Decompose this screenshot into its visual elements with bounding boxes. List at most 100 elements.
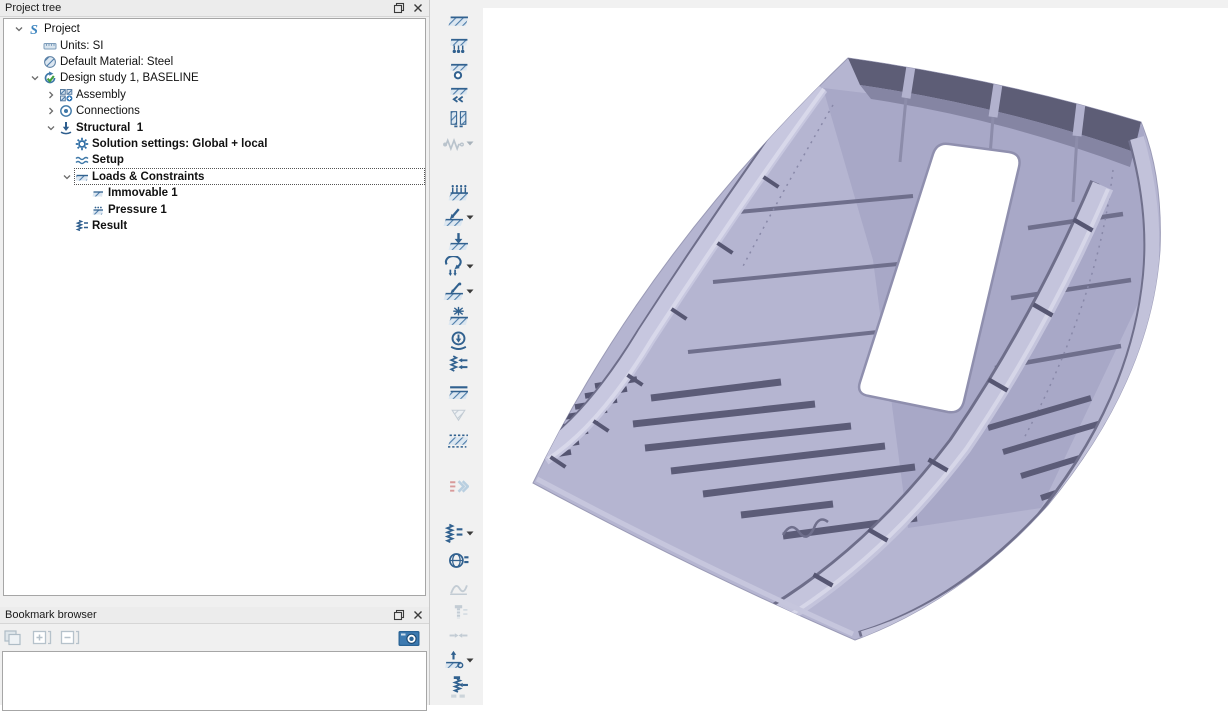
bookmark-browser-toolbar [0,625,429,651]
frequency-load-icon [448,477,469,498]
gravity-load-button[interactable] [441,328,475,352]
prescribed-displacement-button[interactable] [441,229,475,253]
tree-item-assembly[interactable]: Assembly [4,87,425,103]
hinge-support-button[interactable] [441,58,475,82]
hidden-partial-icon [448,694,469,715]
spot-weld-button[interactable] [441,521,475,545]
tree-item-content: Connections [58,103,425,120]
remote-mass-button[interactable] [441,548,475,572]
analysis-toolbar [430,0,483,705]
response-curve-icon [448,578,469,599]
tree-item-design-study-1-baseline[interactable]: Design study 1, BASELINE [4,70,425,86]
chevron-spacer [76,188,90,198]
dropdown-arrow-icon[interactable] [466,658,474,663]
chevron-down-icon[interactable] [44,123,58,133]
remote-load-button[interactable] [441,279,475,303]
tree-item-pressure-1[interactable]: Pressure 1 [4,201,425,217]
tree-item-project[interactable]: Project [4,21,425,37]
reaction-force-button[interactable] [441,648,475,672]
bookmark-browser-content[interactable] [2,651,427,711]
dropdown-arrow-icon[interactable] [466,141,474,146]
thermal-load-icon [448,306,469,327]
tree-item-label: Assembly [75,89,126,101]
gear-icon [75,137,91,151]
chevron-down-icon[interactable] [12,24,26,34]
project-tree-titlebar: Project tree [0,0,429,17]
contact-condition-button [441,623,475,647]
tree-item-solution-settings-global-local[interactable]: Solution settings: Global + local [4,136,425,152]
slider-support-button[interactable] [441,82,475,106]
chevron-down-icon[interactable] [28,73,42,83]
loads-constraints-icon [75,170,91,184]
simsolid-logo-icon [27,22,43,36]
tree-item-default-material-steel[interactable]: Default Material: Steel [4,54,425,70]
project-tree-title: Project tree [0,2,391,14]
chevron-spacer [60,221,74,231]
dropdown-arrow-icon[interactable] [466,215,474,220]
force-load-icon [443,207,464,228]
tree-item-content: Design study 1, BASELINE [42,70,425,87]
result-icon [75,219,91,233]
tree-item-content: Pressure 1 [90,201,425,218]
tree-item-content: Result [74,217,425,234]
force-load-button[interactable] [441,205,475,229]
tree-item-label: Default Material: Steel [59,56,173,68]
ruler-icon [43,39,59,53]
app-window: Project tree Project Units: SI Default Mat… [0,0,1228,705]
tree-item-content: Structural 1 [58,119,425,136]
remote-load-icon [443,281,464,302]
chevron-right-icon[interactable] [44,90,58,100]
immovable-support-button[interactable] [441,8,475,32]
tree-item-structural-1[interactable]: Structural 1 [4,119,425,135]
virtual-connector-icon [448,429,469,450]
bearing-load-icon [448,354,469,375]
chevron-right-icon[interactable] [44,106,58,116]
dropdown-arrow-icon[interactable] [466,289,474,294]
torque-load-icon [443,256,464,277]
bolt-connection-button [441,600,475,624]
thermal-load-button[interactable] [441,304,475,328]
tree-item-setup[interactable]: Setup [4,152,425,168]
chevron-spacer [60,139,74,149]
close-panel-icon[interactable] [410,609,426,622]
close-panel-icon[interactable] [410,2,426,15]
tree-item-loads-constraints[interactable]: Loads & Constraints [4,169,425,185]
symmetry-constraint-button[interactable] [441,106,475,130]
dropdown-arrow-icon[interactable] [466,531,474,536]
slider-support-icon [448,84,469,105]
tree-item-content: Project [26,21,425,38]
prescribed-displacement-icon [448,231,469,252]
bearing-load-button[interactable] [441,352,475,376]
tree-item-label: Immovable 1 [107,187,178,199]
contact-condition-icon [448,625,469,646]
tree-item-label: Project [43,23,80,35]
float-panel-icon[interactable] [391,609,407,622]
tree-item-connections[interactable]: Connections [4,103,425,119]
chevron-spacer [28,41,42,51]
chevron-down-icon[interactable] [60,172,74,182]
tree-item-immovable-1[interactable]: Immovable 1 [4,185,425,201]
reaction-force-icon [443,650,464,671]
tree-item-label: Design study 1, BASELINE [59,72,199,84]
tree-item-content: Units: SI [42,37,425,54]
sliding-support-icon [448,35,469,56]
bookmark-list-icon [3,628,25,648]
hydrostatic-load-button [441,403,475,427]
elastic-support-button[interactable] [441,180,475,204]
pressure-load-icon [448,381,469,402]
virtual-connector-button[interactable] [441,427,475,451]
dropdown-arrow-icon[interactable] [466,264,474,269]
tree-item-units-si[interactable]: Units: SI [4,37,425,53]
chevron-spacer [28,57,42,67]
tree-item-label: Setup [91,154,124,166]
tree-item-label: Solution settings: Global + local [91,138,267,150]
torque-load-button[interactable] [441,254,475,278]
sliding-support-button[interactable] [441,33,475,57]
pressure-load-button[interactable] [441,379,475,403]
tree-item-result[interactable]: Result [4,218,425,234]
float-panel-icon[interactable] [391,2,407,15]
3d-viewport[interactable] [483,0,1228,705]
waves-icon [75,153,91,167]
camera-icon[interactable] [398,628,420,648]
tree-item-content: Assembly [58,86,425,103]
